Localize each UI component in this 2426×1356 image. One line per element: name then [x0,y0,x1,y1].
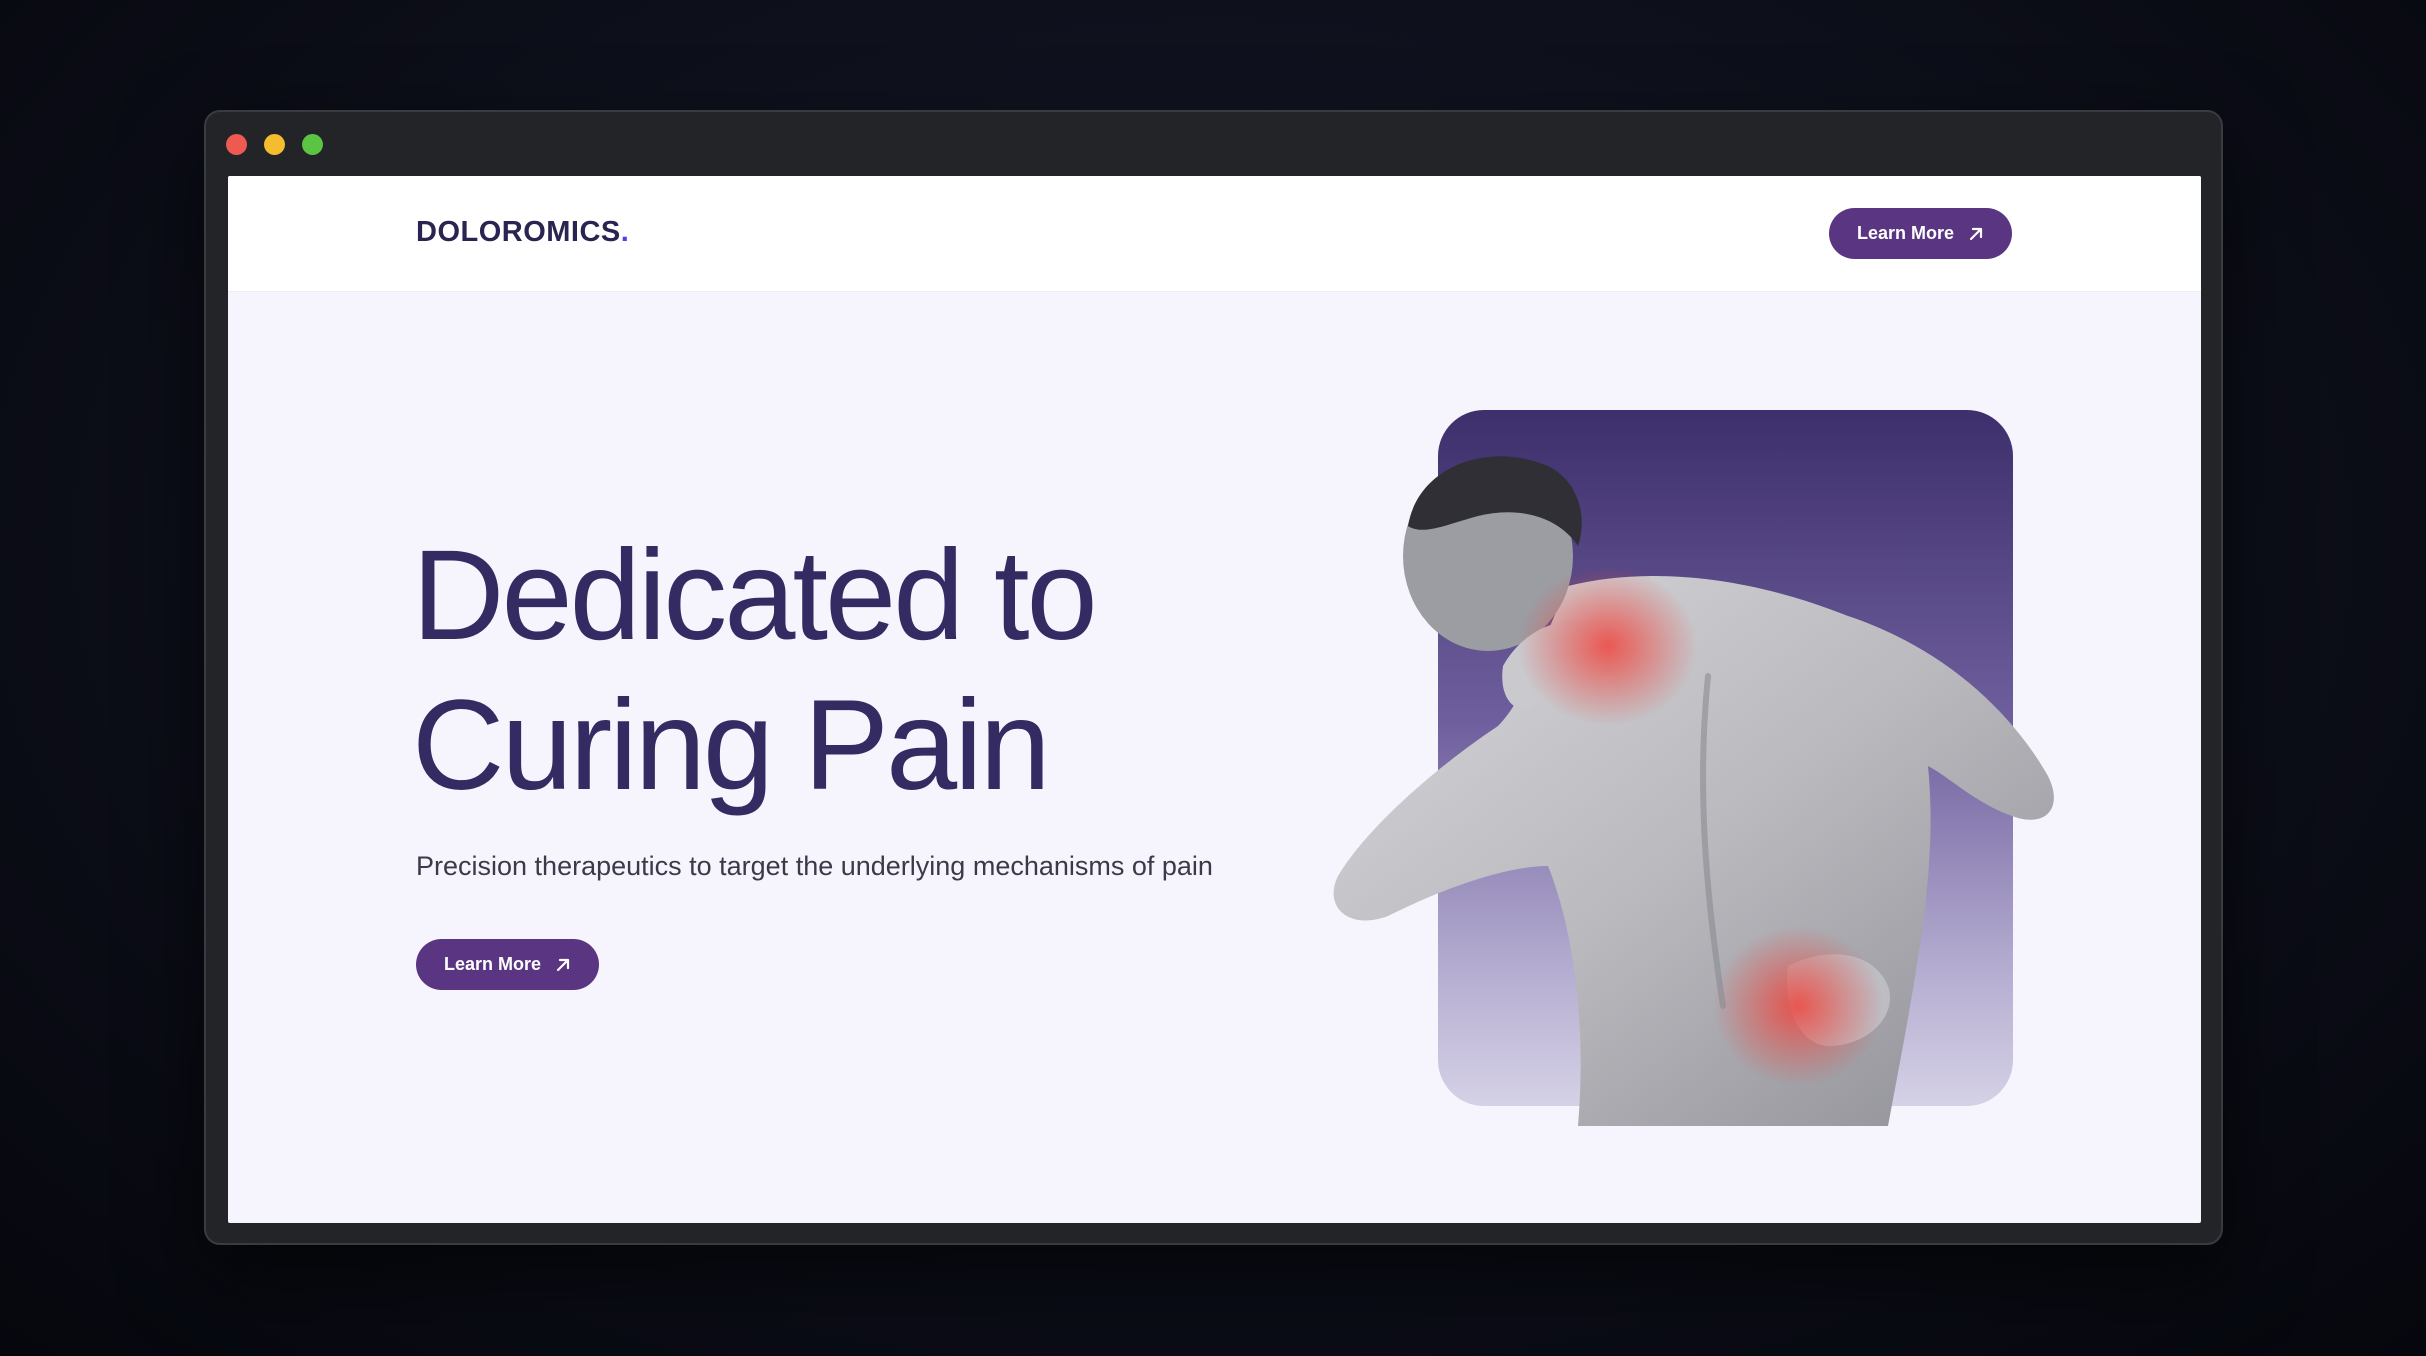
nav-learn-more-button[interactable]: Learn More [1829,208,2012,259]
browser-window: DOLOROMICS. Learn More Dedicated to Curi… [204,110,2223,1245]
hero-figure-illustration [1333,456,2054,1126]
nav-learn-more-label: Learn More [1856,223,1955,243]
hero-learn-more-label: Learn More [443,954,542,974]
page-viewport: DOLOROMICS. Learn More Dedicated to Curi… [228,176,2201,1223]
headline-line-2: Curing Pain [412,674,1051,817]
window-controls [226,134,323,155]
minimize-window-button[interactable] [264,134,285,155]
maximize-window-button[interactable] [302,134,323,155]
close-window-button[interactable] [226,134,247,155]
lower-back-pain-highlight [1713,926,1883,1086]
hero-headline: Dedicated to Curing Pain [412,521,1312,821]
hero-subtext: Precision therapeutics to target the und… [416,851,1213,881]
logo-text: DOLOROMICS [416,216,621,248]
neck-pain-highlight [1518,566,1698,726]
arrow-up-right-icon [556,958,570,971]
arrow-up-right-icon [1969,227,1983,240]
brand-logo[interactable]: DOLOROMICS. [416,216,629,249]
hero-learn-more-button[interactable]: Learn More [416,939,599,990]
logo-dot: . [620,216,630,248]
navbar: DOLOROMICS. Learn More [228,176,2201,291]
headline-line-1: Dedicated to [412,524,1098,667]
